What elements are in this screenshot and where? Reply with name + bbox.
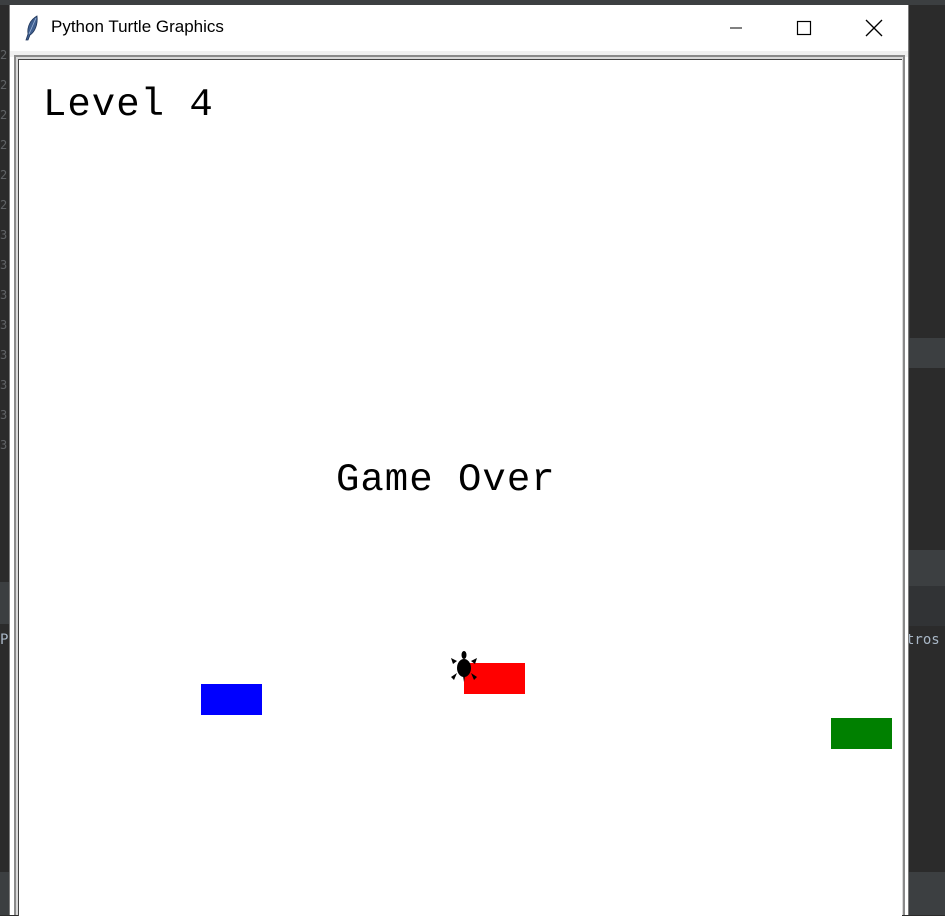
close-icon bbox=[865, 19, 883, 37]
car-green bbox=[831, 718, 892, 749]
turtle-canvas[interactable]: Level 4 Game Over bbox=[18, 59, 902, 916]
ide-right-panel bbox=[909, 40, 945, 340]
minimize-icon bbox=[730, 27, 742, 29]
canvas-frame: Level 4 Game Over bbox=[14, 55, 905, 916]
turtle-window: Python Turtle Graphics Level 4 Game Over bbox=[9, 5, 909, 916]
ide-status-bar bbox=[909, 872, 945, 915]
close-button[interactable] bbox=[840, 5, 908, 51]
title-bar[interactable]: Python Turtle Graphics bbox=[10, 5, 908, 51]
ide-right-tab-bar bbox=[909, 338, 945, 368]
turtle-icon bbox=[450, 646, 482, 686]
ide-right-toolbar-2 bbox=[909, 586, 945, 626]
window-title: Python Turtle Graphics bbox=[51, 17, 224, 36]
ide-right-toolbar bbox=[909, 550, 945, 586]
ide-right-console-text: tros bbox=[906, 632, 940, 648]
minimize-button[interactable] bbox=[702, 5, 770, 51]
maximize-icon bbox=[796, 20, 812, 36]
maximize-button[interactable] bbox=[770, 5, 838, 51]
car-blue bbox=[201, 684, 262, 715]
game-over-label: Game Over bbox=[336, 458, 556, 502]
level-label: Level 4 bbox=[43, 83, 214, 127]
feather-icon bbox=[24, 15, 40, 41]
